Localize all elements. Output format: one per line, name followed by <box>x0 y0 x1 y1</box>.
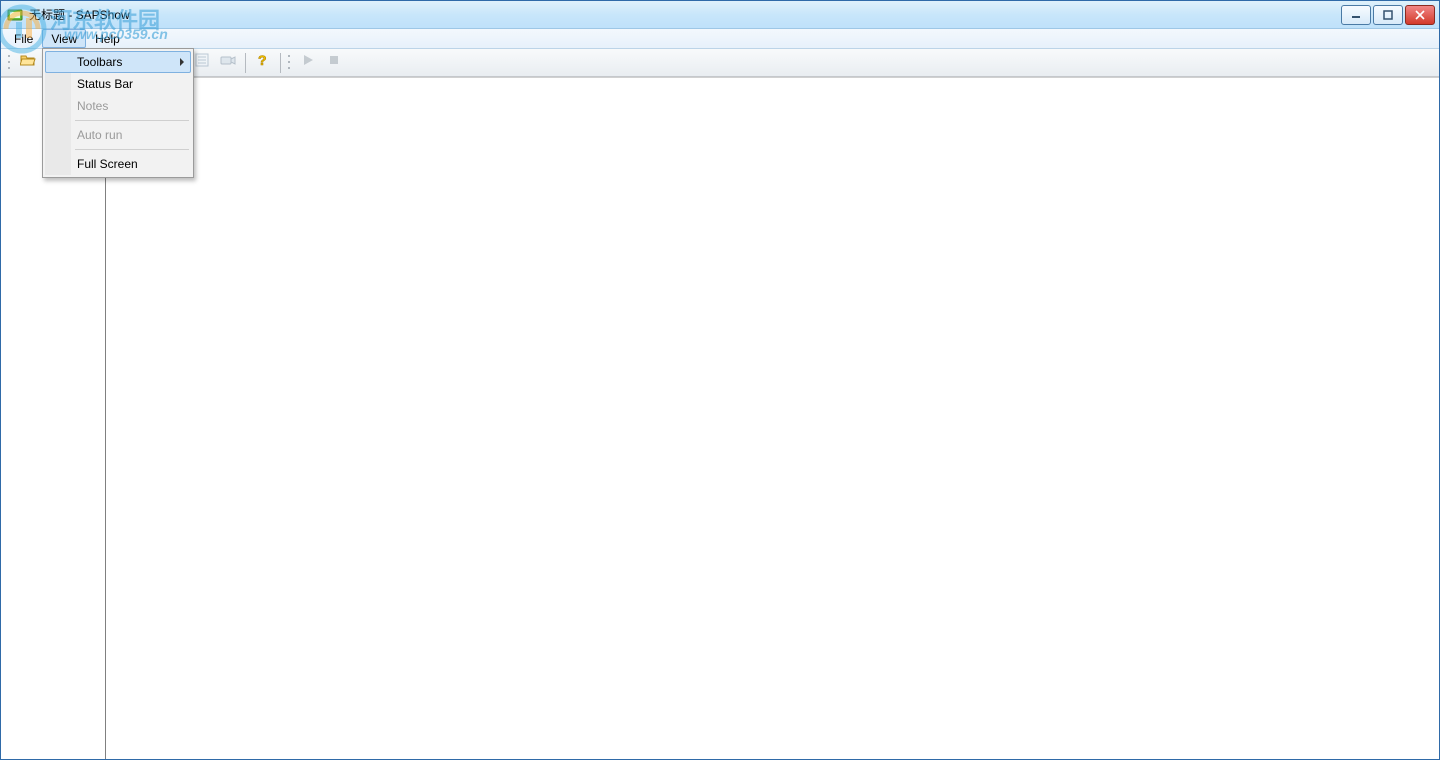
toolbar-grip[interactable] <box>7 53 13 73</box>
play-button[interactable] <box>296 51 320 75</box>
application-window: 无标题 - SAPShow File View Help <box>0 0 1440 760</box>
minimize-button[interactable] <box>1341 5 1371 25</box>
menu-separator <box>75 120 189 121</box>
menu-item-status-bar[interactable]: Status Bar <box>45 73 191 95</box>
menubar: File View Help <box>1 29 1439 49</box>
menu-item-label: Notes <box>77 99 108 113</box>
content-area <box>1 77 1439 759</box>
window-title: 无标题 - SAPShow <box>29 6 130 23</box>
titlebar: 无标题 - SAPShow <box>1 1 1439 29</box>
menu-file[interactable]: File <box>5 29 42 48</box>
toolbar-separator <box>245 53 246 73</box>
maximize-button[interactable] <box>1373 5 1403 25</box>
right-pane <box>106 78 1439 759</box>
menu-item-auto-run[interactable]: Auto run <box>45 124 191 146</box>
stop-icon <box>327 53 341 72</box>
menu-item-notes[interactable]: Notes <box>45 95 191 117</box>
camera-button[interactable] <box>216 51 240 75</box>
toolbar: ? <box>1 49 1439 77</box>
menu-help[interactable]: Help <box>86 29 129 48</box>
menu-view[interactable]: View <box>42 29 86 48</box>
camera-icon <box>220 52 236 73</box>
toolbar-separator <box>280 53 281 73</box>
menu-separator <box>75 149 189 150</box>
help-icon: ? <box>255 52 271 73</box>
index-icon <box>194 52 210 73</box>
svg-text:?: ? <box>258 52 267 68</box>
close-button[interactable] <box>1405 5 1435 25</box>
left-pane <box>1 78 106 759</box>
menu-item-label: Auto run <box>77 128 122 142</box>
help-button[interactable]: ? <box>251 51 275 75</box>
stop-button[interactable] <box>322 51 346 75</box>
view-menu-dropdown: Toolbars Status Bar Notes Auto run Full … <box>42 48 194 178</box>
window-controls <box>1341 5 1435 25</box>
menu-item-toolbars[interactable]: Toolbars <box>45 51 191 73</box>
menu-item-label: Full Screen <box>77 157 138 171</box>
submenu-arrow-icon <box>180 58 184 66</box>
open-button[interactable] <box>16 51 40 75</box>
menu-item-label: Toolbars <box>77 55 122 69</box>
menu-item-label: Status Bar <box>77 77 133 91</box>
menu-item-full-screen[interactable]: Full Screen <box>45 153 191 175</box>
play-icon <box>301 53 315 72</box>
toolbar-grip[interactable] <box>287 53 293 73</box>
app-icon <box>7 7 23 23</box>
open-folder-icon <box>20 52 36 73</box>
